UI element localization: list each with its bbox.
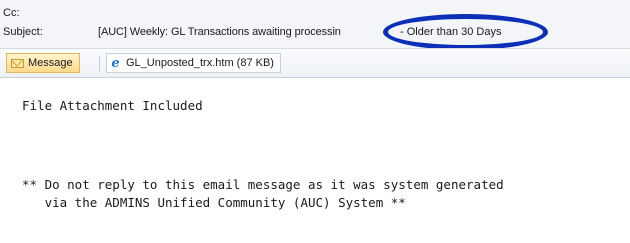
message-tab[interactable]: Message bbox=[6, 53, 80, 73]
cc-label: Cc: bbox=[3, 7, 20, 19]
subject-label: Subject: bbox=[3, 26, 43, 38]
subject-text: [AUC] Weekly: GL Transactions awaiting p… bbox=[98, 26, 341, 38]
internet-explorer-icon: e bbox=[111, 55, 120, 71]
body-line-disclaimer-1: ** Do not reply to this email message as… bbox=[22, 177, 504, 192]
toolbar-divider bbox=[99, 56, 100, 72]
message-body: File Attachment Included ** Do not reply… bbox=[0, 78, 630, 243]
message-toolbar: Message e GL_Unposted_trx.htm (87 KB) bbox=[0, 48, 630, 78]
highlight-circle-annotation bbox=[383, 14, 548, 50]
body-line-disclaimer-2: via the ADMINS Unified Community (AUC) S… bbox=[22, 195, 406, 210]
attachment-label: GL_Unposted_trx.htm (87 KB) bbox=[126, 57, 274, 69]
message-tab-label: Message bbox=[28, 57, 73, 69]
attachment-item[interactable]: e GL_Unposted_trx.htm (87 KB) bbox=[106, 53, 281, 73]
envelope-icon bbox=[11, 58, 24, 68]
body-line-attachment-note: File Attachment Included bbox=[22, 98, 203, 113]
email-header: Cc: Subject: [AUC] Weekly: GL Transactio… bbox=[0, 0, 630, 50]
